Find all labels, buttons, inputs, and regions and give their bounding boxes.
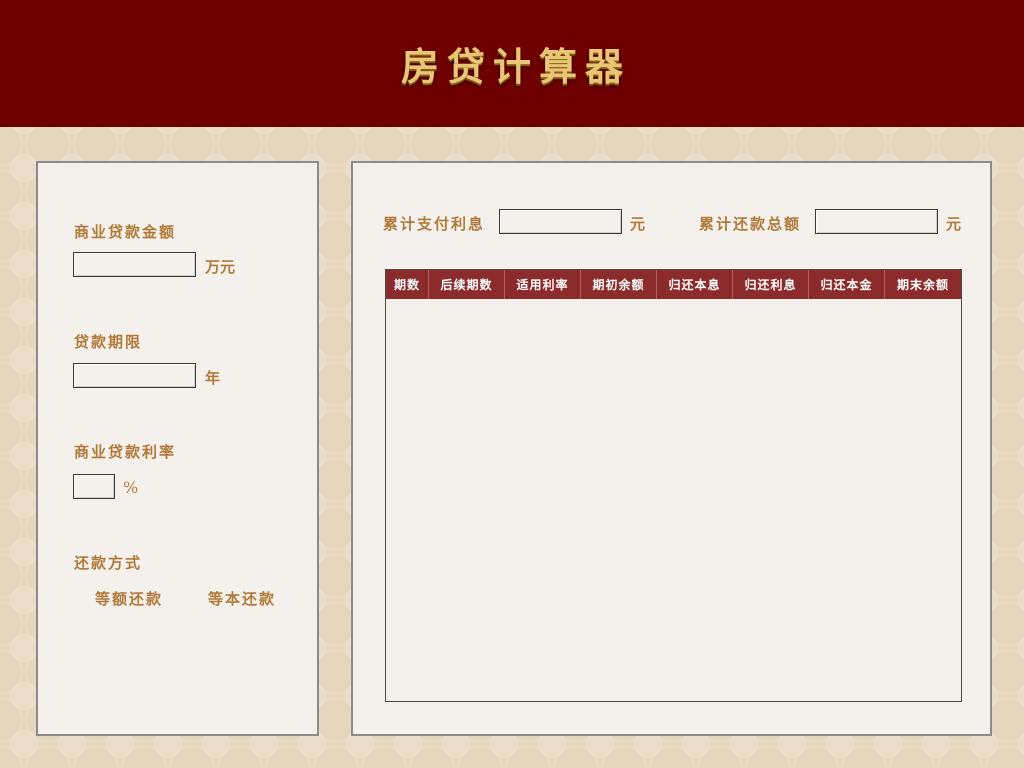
table-body [386,299,961,701]
interest-rate-unit: % [123,478,139,497]
loan-term-unit: 年 [205,369,221,387]
page-title: 房贷计算器 [400,44,631,89]
column-header-opening-balance: 期初余额 [581,270,657,299]
interest-rate-input[interactable] [73,474,115,499]
total-interest-label: 累计支付利息 [383,215,486,233]
loan-amount-unit: 万元 [205,258,236,276]
column-header-closing-balance: 期末余额 [896,278,949,292]
loan-term-input[interactable] [73,363,196,388]
app-header: 房贷计算器 [0,0,1024,127]
column-header-principal-paid: 归还本金 [809,270,885,299]
loan-amount-input[interactable] [73,252,196,277]
total-payment-unit: 元 [946,215,962,233]
equal-principal-option[interactable]: 等本还款 [208,588,276,609]
repayment-schedule-table: 期数 后续期数 适用利率 期初余额 归还本息 归还利息 归还本金 期末余额 [385,269,962,702]
input-panel: 商业贷款金额 万元 贷款期限 年 商业贷款利率 % 还款方式 等额还款 等本还款 [36,161,319,736]
repayment-method-label: 还款方式 [74,554,143,572]
total-payment-label: 累计还款总额 [699,215,802,233]
column-header-interest-paid: 归还利息 [733,270,809,299]
interest-rate-label: 商业贷款利率 [74,443,177,461]
column-header-applicable-rate: 适用利率 [505,270,581,299]
loan-amount-label: 商业贷款金额 [74,223,177,241]
total-payment-field[interactable] [815,209,938,234]
column-header-remaining-periods: 后续期数 [429,270,505,299]
result-panel: 累计支付利息 元 累计还款总额 元 期数 后续期数 适用利率 期初余额 归还本息… [351,161,992,736]
total-interest-field[interactable] [499,209,622,234]
equal-installment-option[interactable]: 等额还款 [95,588,163,609]
column-header-period: 期数 [386,270,429,299]
table-header-row: 期数 后续期数 适用利率 期初余额 归还本息 归还利息 归还本金 期末余额 [386,270,961,299]
loan-term-label: 贷款期限 [74,333,143,351]
column-header-installment: 归还本息 [657,270,733,299]
total-interest-unit: 元 [630,215,646,233]
